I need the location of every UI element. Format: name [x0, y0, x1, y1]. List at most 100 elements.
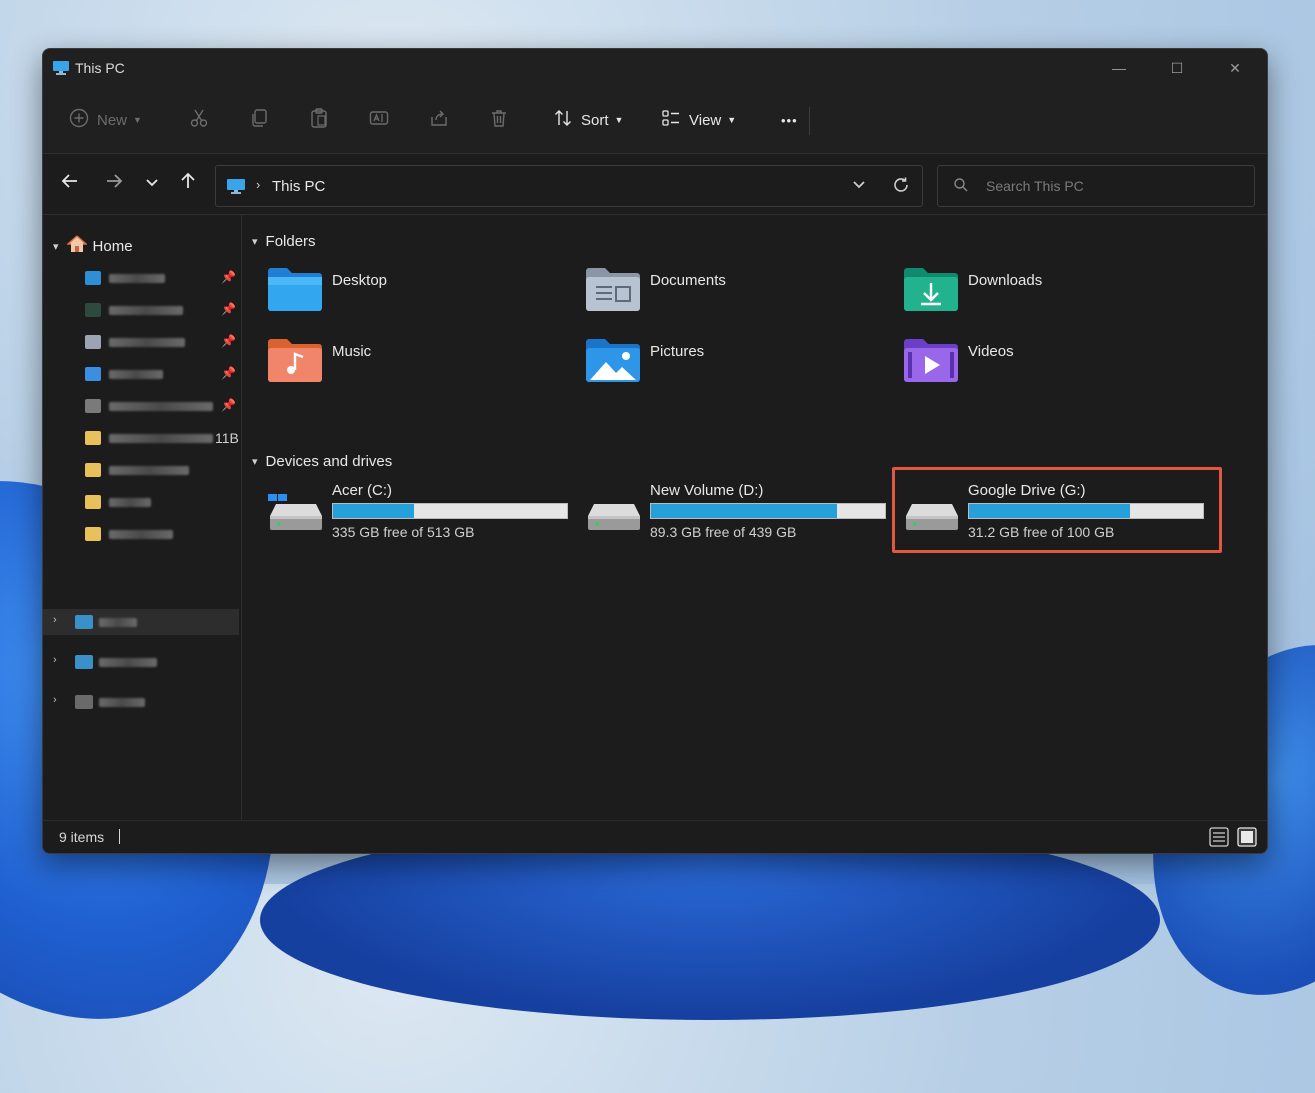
- redacted-label: [109, 498, 151, 507]
- documents-folder-icon: [586, 268, 640, 311]
- folder-item-documents[interactable]: Documents: [586, 267, 886, 327]
- redacted-label: [109, 530, 173, 539]
- cut-button[interactable]: [189, 87, 209, 153]
- folder-item-videos[interactable]: Videos: [904, 338, 1204, 398]
- back-button[interactable]: [61, 172, 79, 195]
- arrow-left-icon: [61, 174, 77, 188]
- rename-icon: [369, 108, 389, 132]
- section-title: Folders: [265, 233, 316, 250]
- more-icon: •••: [781, 112, 798, 128]
- drive-free-space: 335 GB free of 513 GB: [332, 524, 475, 540]
- chevron-right-icon: ›: [53, 654, 57, 666]
- paste-button[interactable]: [309, 87, 329, 153]
- folder-item-pictures[interactable]: Pictures: [586, 338, 886, 398]
- redacted-label: [109, 466, 189, 475]
- drive-usage-fill: [651, 504, 838, 518]
- drive-icon: [75, 615, 93, 629]
- pin-icon: 📌: [221, 302, 236, 316]
- large-icons-view-icon: [1237, 827, 1257, 847]
- view-button[interactable]: View ▼: [661, 87, 736, 153]
- share-icon: [429, 108, 449, 132]
- folder-item-desktop[interactable]: Desktop: [268, 267, 568, 327]
- copy-button[interactable]: [249, 87, 269, 153]
- pin-icon: 📌: [221, 398, 236, 412]
- command-bar: New ▼ Sort ▼ View ▼ •••: [43, 87, 1267, 154]
- music-folder-icon: [268, 339, 322, 382]
- paste-icon: [309, 108, 329, 132]
- folder-name: Videos: [968, 343, 1014, 360]
- maximize-button[interactable]: ☐: [1147, 49, 1207, 87]
- folder-item-music[interactable]: Music: [268, 338, 568, 398]
- search-box[interactable]: [937, 165, 1255, 207]
- folder-item-downloads[interactable]: Downloads: [904, 267, 1204, 327]
- drive-item[interactable]: New Volume (D:) 89.3 GB free of 439 GB: [586, 482, 896, 546]
- folder-name: Desktop: [332, 272, 388, 289]
- sidebar-quick-access-item[interactable]: 📌: [43, 329, 241, 355]
- arrow-up-icon: [181, 172, 195, 188]
- large-icons-view-button[interactable]: [1237, 827, 1257, 847]
- new-label: New: [97, 111, 128, 129]
- new-button[interactable]: New ▼: [69, 87, 142, 153]
- text-cursor: [119, 829, 120, 844]
- sidebar-quick-access-item[interactable]: 📌: [43, 361, 241, 387]
- drive-name: Acer (C:): [332, 482, 392, 499]
- pin-icon: 📌: [221, 270, 236, 284]
- chevron-down-icon: ▾: [252, 456, 258, 468]
- breadcrumb-this-pc[interactable]: This PC: [272, 178, 325, 195]
- sidebar-quick-access-item[interactable]: 📌: [43, 393, 241, 419]
- cut-icon: [189, 108, 209, 132]
- address-bar[interactable]: › This PC: [215, 165, 923, 207]
- folder-icon: [75, 695, 93, 709]
- address-history-dropdown[interactable]: [852, 178, 866, 195]
- chevron-down-icon: ▾: [252, 236, 258, 248]
- redacted-label: [109, 338, 185, 347]
- section-header-folders[interactable]: ▾ Folders: [252, 233, 316, 250]
- view-label: View: [689, 111, 722, 129]
- chevron-down-icon: ▼: [727, 115, 737, 125]
- chevron-down-icon: ▼: [133, 115, 142, 125]
- redacted-label: [99, 618, 137, 627]
- sidebar-item[interactable]: ›: [43, 689, 239, 715]
- forward-button[interactable]: [105, 172, 123, 195]
- section-header-devices[interactable]: ▾ Devices and drives: [252, 453, 392, 470]
- sidebar-quick-access-item[interactable]: [43, 521, 241, 547]
- pin-icon: 📌: [221, 366, 236, 380]
- delete-button[interactable]: [489, 87, 509, 153]
- sidebar-item-home[interactable]: ▾ Home: [53, 235, 133, 257]
- sidebar-item-selected[interactable]: ›: [43, 609, 239, 635]
- this-pc-icon: [53, 61, 69, 80]
- details-view-button[interactable]: [1209, 827, 1229, 847]
- windows-drive-icon: [268, 494, 322, 530]
- drive-item[interactable]: Acer (C:) 335 GB free of 513 GB: [268, 482, 578, 546]
- title-bar: This PC — ☐ ✕: [43, 49, 1267, 87]
- folder-icon: [85, 271, 101, 285]
- drive-usage-bar: [332, 503, 568, 519]
- minimize-button[interactable]: —: [1089, 49, 1149, 87]
- sidebar-quick-access-item[interactable]: 11B: [43, 425, 241, 451]
- chevron-down-icon: [146, 179, 158, 187]
- search-input[interactable]: [984, 177, 1238, 195]
- sidebar-quick-access-item[interactable]: 📌: [43, 265, 241, 291]
- status-bar: 9 items: [43, 820, 1267, 853]
- close-button[interactable]: ✕: [1205, 49, 1265, 87]
- sort-icon: [553, 108, 573, 132]
- rename-button[interactable]: [369, 87, 389, 153]
- sidebar-quick-access-item[interactable]: [43, 489, 241, 515]
- recent-locations-button[interactable]: [145, 174, 159, 195]
- refresh-icon: [894, 177, 908, 192]
- navigation-pane: ▾ Home 📌 📌 📌 📌 �: [43, 215, 242, 821]
- sidebar-item[interactable]: ›: [43, 649, 239, 675]
- minimize-icon: —: [1112, 60, 1126, 76]
- share-button[interactable]: [429, 87, 449, 153]
- more-options-button[interactable]: •••: [781, 87, 798, 153]
- refresh-button[interactable]: [892, 176, 910, 199]
- drive-free-space: 89.3 GB free of 439 GB: [650, 524, 797, 540]
- redacted-label: [99, 698, 145, 707]
- sort-button[interactable]: Sort ▼: [553, 87, 623, 153]
- folder-name: Pictures: [650, 343, 705, 360]
- up-button[interactable]: [179, 172, 197, 195]
- sidebar-quick-access-item[interactable]: [43, 457, 241, 483]
- copy-icon: [249, 108, 269, 132]
- sidebar-item-label: Home: [92, 237, 133, 255]
- sidebar-quick-access-item[interactable]: 📌: [43, 297, 241, 323]
